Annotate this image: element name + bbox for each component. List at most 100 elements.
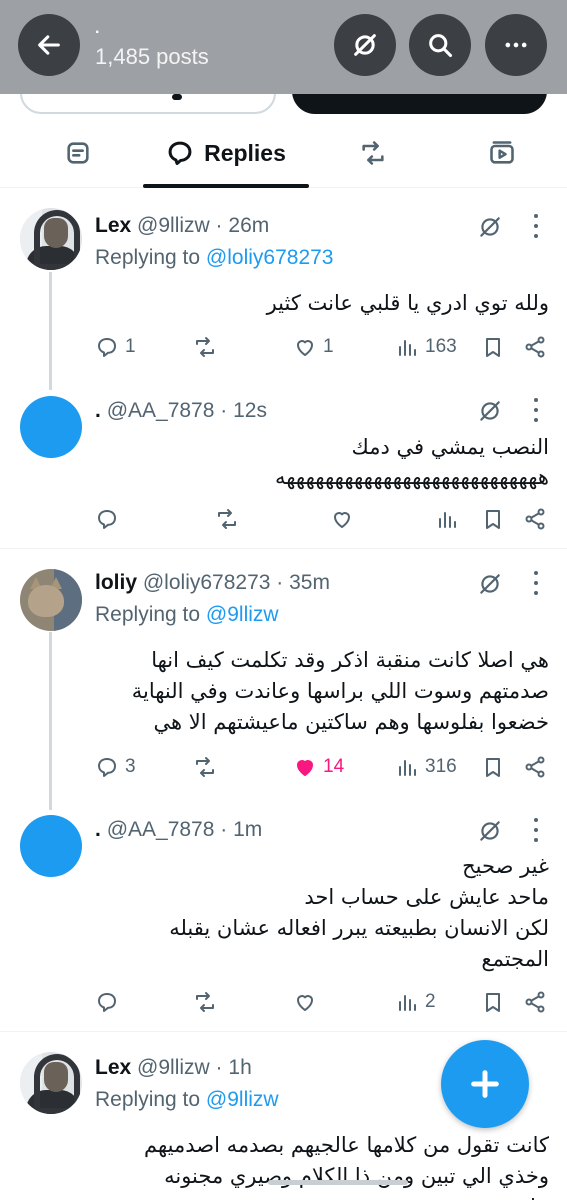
views-button[interactable]: 2 (395, 987, 436, 1017)
grok-icon[interactable] (477, 818, 503, 844)
display-name[interactable]: Lex (95, 214, 131, 237)
like-button[interactable]: 1 (293, 332, 334, 362)
bookmark-icon (486, 338, 500, 357)
views-button[interactable] (435, 504, 459, 534)
avatar[interactable] (20, 208, 82, 270)
timestamp[interactable]: 26m (228, 214, 269, 237)
tab-media[interactable] (474, 118, 530, 188)
search-button[interactable] (409, 14, 471, 76)
grok-icon[interactable] (477, 214, 503, 240)
tweet-more-icon[interactable] (532, 571, 540, 599)
handle[interactable]: @loliy678273 (143, 571, 271, 594)
retweet-button[interactable] (193, 332, 217, 362)
retweet-button[interactable] (193, 987, 217, 1017)
mute-button[interactable] (334, 14, 396, 76)
heart-icon (334, 512, 350, 528)
reply-button[interactable] (95, 987, 119, 1017)
display-name[interactable]: . (95, 399, 101, 422)
handle[interactable]: @AA_7878 (107, 818, 215, 841)
display-name[interactable]: loliy (95, 571, 137, 594)
arrow-left-icon (38, 35, 60, 55)
tweet-text-line: لكن الانسان بطبيعته يبرر افعاله عشان يقب… (169, 916, 549, 940)
tweet-item[interactable]: loliy @loliy678273 · 35m Replying to @9l… (0, 549, 567, 809)
view-count: 2 (425, 991, 436, 1012)
handle[interactable]: @9llizw (137, 1056, 210, 1079)
more-icon (505, 42, 527, 48)
timestamp[interactable]: 1m (233, 818, 262, 841)
display-name[interactable]: Lex (95, 1056, 131, 1079)
share-button[interactable] (523, 332, 547, 362)
tweet-meta: loliy @loliy678273 · 35m (95, 571, 330, 595)
display-name[interactable]: . (95, 818, 101, 841)
reply-count: 3 (125, 756, 136, 777)
grok-icon[interactable] (477, 571, 503, 597)
tab-replies[interactable]: Replies (143, 118, 309, 188)
reply-button[interactable]: 3 (95, 752, 136, 782)
avatar[interactable] (20, 815, 82, 877)
tweet-text-line: غير صحيح (462, 854, 549, 878)
more-button[interactable] (485, 14, 547, 76)
avatar[interactable] (20, 1052, 82, 1114)
bookmark-button[interactable] (481, 504, 505, 534)
like-button[interactable] (293, 987, 317, 1017)
home-indicator[interactable] (268, 1180, 408, 1185)
share-button[interactable] (523, 752, 547, 782)
tweet-text-line: ماحد عايش على حساب احد (304, 885, 549, 909)
tweet-actions: 1 1 163 (95, 332, 555, 362)
posts-icon (67, 142, 89, 164)
like-count: 1 (323, 336, 334, 357)
bookmark-button[interactable] (481, 987, 505, 1017)
views-button[interactable]: 316 (395, 752, 457, 782)
views-icon (399, 760, 416, 776)
retweet-button[interactable] (193, 752, 217, 782)
tweet-text-line: كانت تقول من كلامها عالجيهم بصدمه اصدميه… (144, 1133, 549, 1157)
reply-button[interactable]: 1 (95, 332, 136, 362)
replying-to-handle[interactable]: @9llizw (206, 603, 279, 626)
like-button[interactable] (330, 504, 354, 534)
like-button[interactable]: 14 (293, 752, 344, 782)
timestamp[interactable]: 12s (233, 399, 267, 422)
compose-button[interactable] (441, 1040, 529, 1128)
primary-profile-button[interactable] (292, 94, 547, 114)
reply-button[interactable] (95, 504, 119, 534)
tweet-item[interactable]: Lex @9llizw · 26m Replying to @loliy6782… (0, 188, 567, 388)
tweet-more-icon[interactable] (532, 818, 540, 846)
timestamp[interactable]: 35m (289, 571, 330, 594)
views-icon (439, 512, 456, 528)
tweet-more-icon[interactable] (532, 398, 540, 426)
share-button[interactable] (523, 504, 547, 534)
replying-to-handle[interactable]: @9llizw (206, 1088, 279, 1111)
replying-to-prefix: Replying to (95, 603, 201, 626)
bookmark-icon (486, 758, 500, 777)
timestamp[interactable]: 1h (228, 1056, 251, 1079)
replying-to-handle[interactable]: @loliy678273 (206, 246, 334, 269)
retweet-button[interactable] (215, 504, 239, 534)
handle[interactable]: @AA_7878 (107, 399, 215, 422)
avatar[interactable] (20, 569, 82, 631)
tweet-actions (95, 504, 555, 534)
tweet-more-icon[interactable] (532, 214, 540, 242)
tweet-text: النصب يمشي في دمك هههههههههههههههههههههه… (109, 432, 550, 492)
profile-display-name: · (95, 24, 101, 41)
share-icon (525, 991, 545, 1013)
handle[interactable]: @9llizw (137, 214, 210, 237)
tab-retweets[interactable] (345, 118, 401, 188)
back-button[interactable] (18, 14, 80, 76)
reply-icon (98, 338, 116, 357)
bookmark-button[interactable] (481, 752, 505, 782)
reply-icon (98, 993, 116, 1012)
tweet-item[interactable]: . @AA_7878 · 12s النصب يمشي في دمك ههههه… (0, 388, 567, 548)
bookmark-button[interactable] (481, 332, 505, 362)
separator: · (215, 214, 223, 237)
tweet-item[interactable]: . @AA_7878 · 1m غير صحيح ماحد عايش على ح… (0, 809, 567, 1031)
reply-icon (98, 758, 116, 777)
share-icon (525, 508, 545, 530)
tab-posts[interactable] (50, 118, 106, 188)
views-button[interactable]: 163 (395, 332, 457, 362)
tweet-actions: 2 (95, 987, 555, 1017)
tweet-meta: Lex @9llizw · 1h (95, 1056, 252, 1080)
secondary-profile-button[interactable] (20, 94, 276, 114)
grok-icon[interactable] (477, 398, 503, 424)
share-button[interactable] (523, 987, 547, 1017)
avatar[interactable] (20, 396, 82, 458)
